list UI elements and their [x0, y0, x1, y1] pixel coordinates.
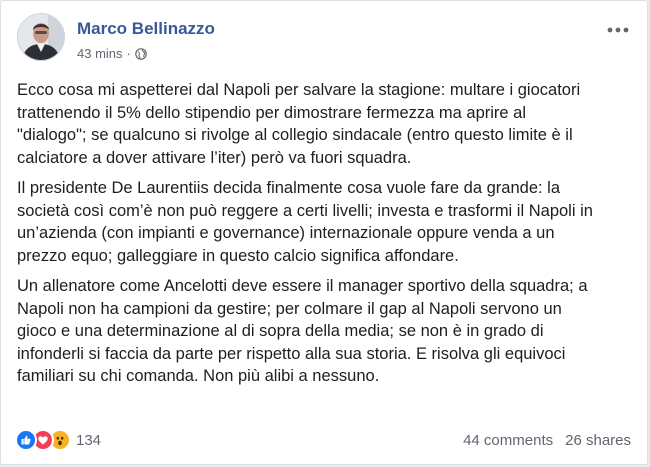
reactions-summary[interactable]: 134 [15, 429, 101, 451]
post-paragraph: Il presidente De Laurentiis decida final… [17, 179, 593, 265]
post-footer: 134 44 comments 26 shares [15, 424, 631, 456]
shares-count[interactable]: 26 shares [565, 432, 631, 449]
post-paragraph: Un allenatore come Ancelotti deve essere… [17, 277, 588, 385]
comments-count[interactable]: 44 comments [463, 432, 553, 449]
avatar-portrait-icon [18, 14, 64, 60]
post-stats: 44 comments 26 shares [463, 432, 631, 449]
globe-icon[interactable] [135, 47, 147, 60]
reaction-icons [15, 429, 71, 451]
post-body: Ecco cosa mi aspetterei dal Napoli per s… [17, 79, 629, 396]
post-timestamp[interactable]: 43 mins [77, 46, 123, 61]
meta-separator: · [126, 46, 131, 61]
more-horizontal-icon[interactable] [605, 21, 631, 39]
post-card: Marco Bellinazzo 43 mins · Ecco cosa mi … [0, 0, 648, 465]
like-icon[interactable] [15, 429, 37, 451]
author-avatar[interactable] [17, 13, 65, 61]
author-name[interactable]: Marco Bellinazzo [77, 19, 215, 39]
post-meta: 43 mins · [77, 46, 147, 61]
reaction-count[interactable]: 134 [76, 432, 101, 449]
post-header: Marco Bellinazzo 43 mins · [17, 13, 635, 63]
post-paragraph: Ecco cosa mi aspetterei dal Napoli per s… [17, 81, 581, 167]
